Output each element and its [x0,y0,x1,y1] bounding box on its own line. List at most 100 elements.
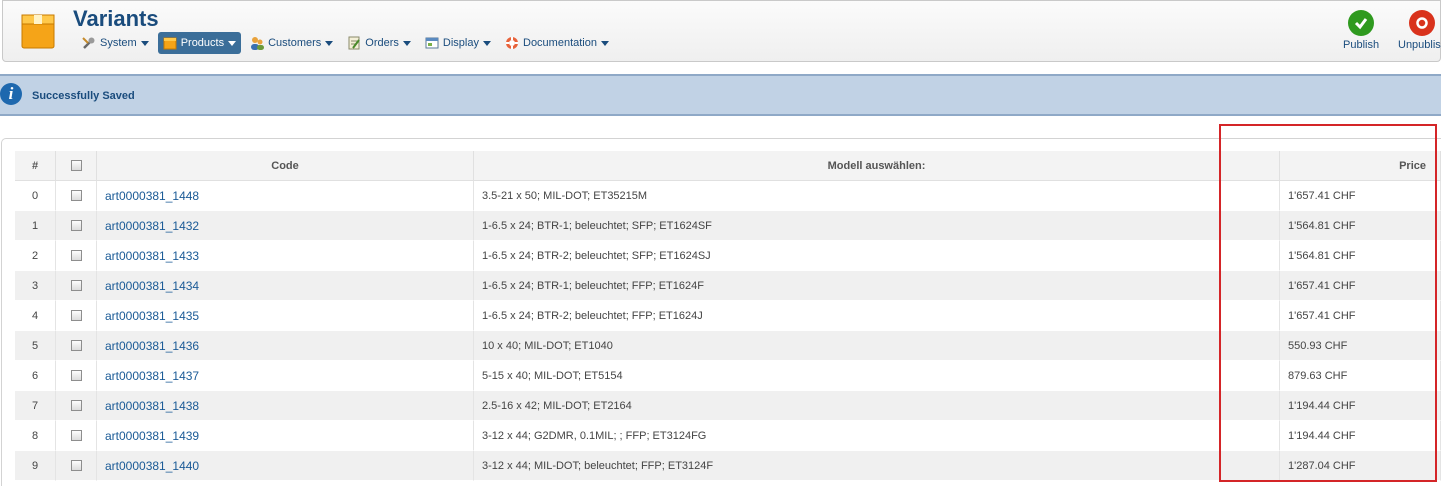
row-checkbox[interactable] [70,430,82,442]
table-row: 7 art0000381_1438 2.5-16 x 42; MIL-DOT; … [15,391,1441,421]
row-number: 8 [15,421,56,451]
row-number: 5 [15,331,56,361]
table-row: 1 art0000381_1432 1-6.5 x 24; BTR-1; bel… [15,211,1441,241]
row-checkbox[interactable] [70,310,82,322]
page-title: Variants [73,6,159,31]
row-model: 1-6.5 x 24; BTR-2; beleuchtet; SFP; ET16… [474,241,1280,271]
box-icon [21,14,55,49]
row-model: 5-15 x 40; MIL-DOT; ET5154 [474,361,1280,391]
row-checkbox[interactable] [70,340,82,352]
row-code-link[interactable]: art0000381_1439 [97,421,474,451]
row-code-link[interactable]: art0000381_1433 [97,241,474,271]
row-model: 1-6.5 x 24; BTR-1; beleuchtet; SFP; ET16… [474,211,1280,241]
menu-display[interactable]: Display [420,32,496,54]
row-model: 3-12 x 44; G2DMR, 0.1MIL; ; FFP; ET3124F… [474,421,1280,451]
chevron-down-icon [402,40,411,46]
header-toolbar: Variants System Products Customers Order… [2,0,1441,62]
unpublish-button[interactable]: Unpublish [1398,10,1441,51]
row-number: 4 [15,301,56,331]
row-checkbox[interactable] [70,190,82,202]
row-price: 1'287.04 CHF [1280,451,1441,481]
box-icon [163,36,177,50]
row-number: 6 [15,361,56,391]
menu-documentation-label: Documentation [523,37,597,49]
menu-orders[interactable]: Orders [342,32,416,54]
row-code-link[interactable]: art0000381_1438 [97,391,474,421]
row-code-link[interactable]: art0000381_1437 [97,361,474,391]
row-model: 10 x 40; MIL-DOT; ET1040 [474,331,1280,361]
row-checkbox[interactable] [70,220,82,232]
table-row: 4 art0000381_1435 1-6.5 x 24; BTR-2; bel… [15,301,1441,331]
display-icon [425,36,439,50]
row-checkbox[interactable] [70,370,82,382]
row-checkbox[interactable] [70,280,82,292]
menu-display-label: Display [442,37,479,49]
row-number: 7 [15,391,56,421]
row-model: 1-6.5 x 24; BTR-1; beleuchtet; FFP; ET16… [474,271,1280,301]
row-checkbox[interactable] [70,250,82,262]
column-header-select [56,151,97,181]
row-code-link[interactable]: art0000381_1434 [97,271,474,301]
row-price: 1'194.44 CHF [1280,391,1441,421]
table-header-row: # Code Modell auswählen: Price [15,151,1441,181]
row-price: 1'564.81 CHF [1280,211,1441,241]
column-header-code[interactable]: Code [97,151,474,181]
row-checkbox[interactable] [70,460,82,472]
menu-customers[interactable]: Customers [245,32,338,54]
row-price: 1'194.44 CHF [1280,421,1441,451]
row-price: 1'657.41 CHF [1280,271,1441,301]
unpublish-label: Unpublish [1398,39,1441,51]
row-number: 1 [15,211,56,241]
publish-label: Publish [1343,39,1380,51]
variants-table: # Code Modell auswählen: Price 0 art0000… [15,151,1441,481]
check-icon [1348,10,1375,36]
menu-customers-label: Customers [268,37,322,49]
column-header-model[interactable]: Modell auswählen: [474,151,1280,181]
main-menu: System Products Customers Orders Display… [77,32,618,54]
publish-button[interactable]: Publish [1343,10,1379,51]
row-checkbox[interactable] [70,400,82,412]
chevron-down-icon [601,40,609,46]
menu-products[interactable]: Products [157,32,242,54]
row-price: 879.63 CHF [1280,361,1441,391]
row-code-link[interactable]: art0000381_1432 [97,211,474,241]
row-number: 3 [15,271,56,301]
message-text: Successfully Saved [32,90,135,102]
row-code-link[interactable]: art0000381_1440 [97,451,474,481]
table-row: 6 art0000381_1437 5-15 x 40; MIL-DOT; ET… [15,361,1441,391]
table-row: 2 art0000381_1433 1-6.5 x 24; BTR-2; bel… [15,241,1441,271]
row-model: 3.5-21 x 50; MIL-DOT; ET35215M [474,181,1280,211]
stop-icon [1409,10,1436,36]
row-number: 2 [15,241,56,271]
menu-system-label: System [100,37,137,49]
wrench-icon [82,36,96,50]
table-row: 9 art0000381_1440 3-12 x 44; MIL-DOT; be… [15,451,1441,481]
row-code-link[interactable]: art0000381_1436 [97,331,474,361]
table-row: 0 art0000381_1448 3.5-21 x 50; MIL-DOT; … [15,181,1441,211]
row-price: 1'657.41 CHF [1280,301,1441,331]
menu-products-label: Products [180,37,225,49]
row-code-link[interactable]: art0000381_1435 [97,301,474,331]
row-price: 1'564.81 CHF [1280,241,1441,271]
select-all-checkbox[interactable] [70,160,82,172]
row-code-link[interactable]: art0000381_1448 [97,181,474,211]
system-message: i Successfully Saved [0,74,1441,116]
row-model: 1-6.5 x 24; BTR-2; beleuchtet; FFP; ET16… [474,301,1280,331]
info-icon: i [0,83,22,105]
table-row: 5 art0000381_1436 10 x 40; MIL-DOT; ET10… [15,331,1441,361]
row-model: 2.5-16 x 42; MIL-DOT; ET2164 [474,391,1280,421]
chevron-down-icon [140,40,149,46]
menu-documentation[interactable]: Documentation [500,32,614,54]
chevron-down-icon [228,40,237,46]
row-number: 0 [15,181,56,211]
menu-orders-label: Orders [365,37,399,49]
row-price: 550.93 CHF [1280,331,1441,361]
table-row: 8 art0000381_1439 3-12 x 44; G2DMR, 0.1M… [15,421,1441,451]
column-header-price[interactable]: Price [1280,151,1441,181]
menu-system[interactable]: System [77,32,154,54]
orders-icon [347,36,361,50]
chevron-down-icon [325,40,334,46]
lifebuoy-icon [505,36,519,50]
column-header-number[interactable]: # [15,151,56,181]
table-row: 3 art0000381_1434 1-6.5 x 24; BTR-1; bel… [15,271,1441,301]
